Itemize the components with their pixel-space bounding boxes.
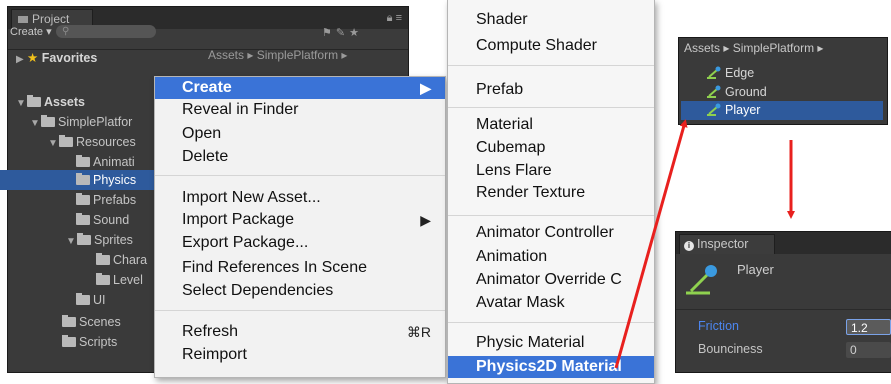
annotation-arrows [614,119,795,369]
arrow-to-assets [614,119,688,369]
